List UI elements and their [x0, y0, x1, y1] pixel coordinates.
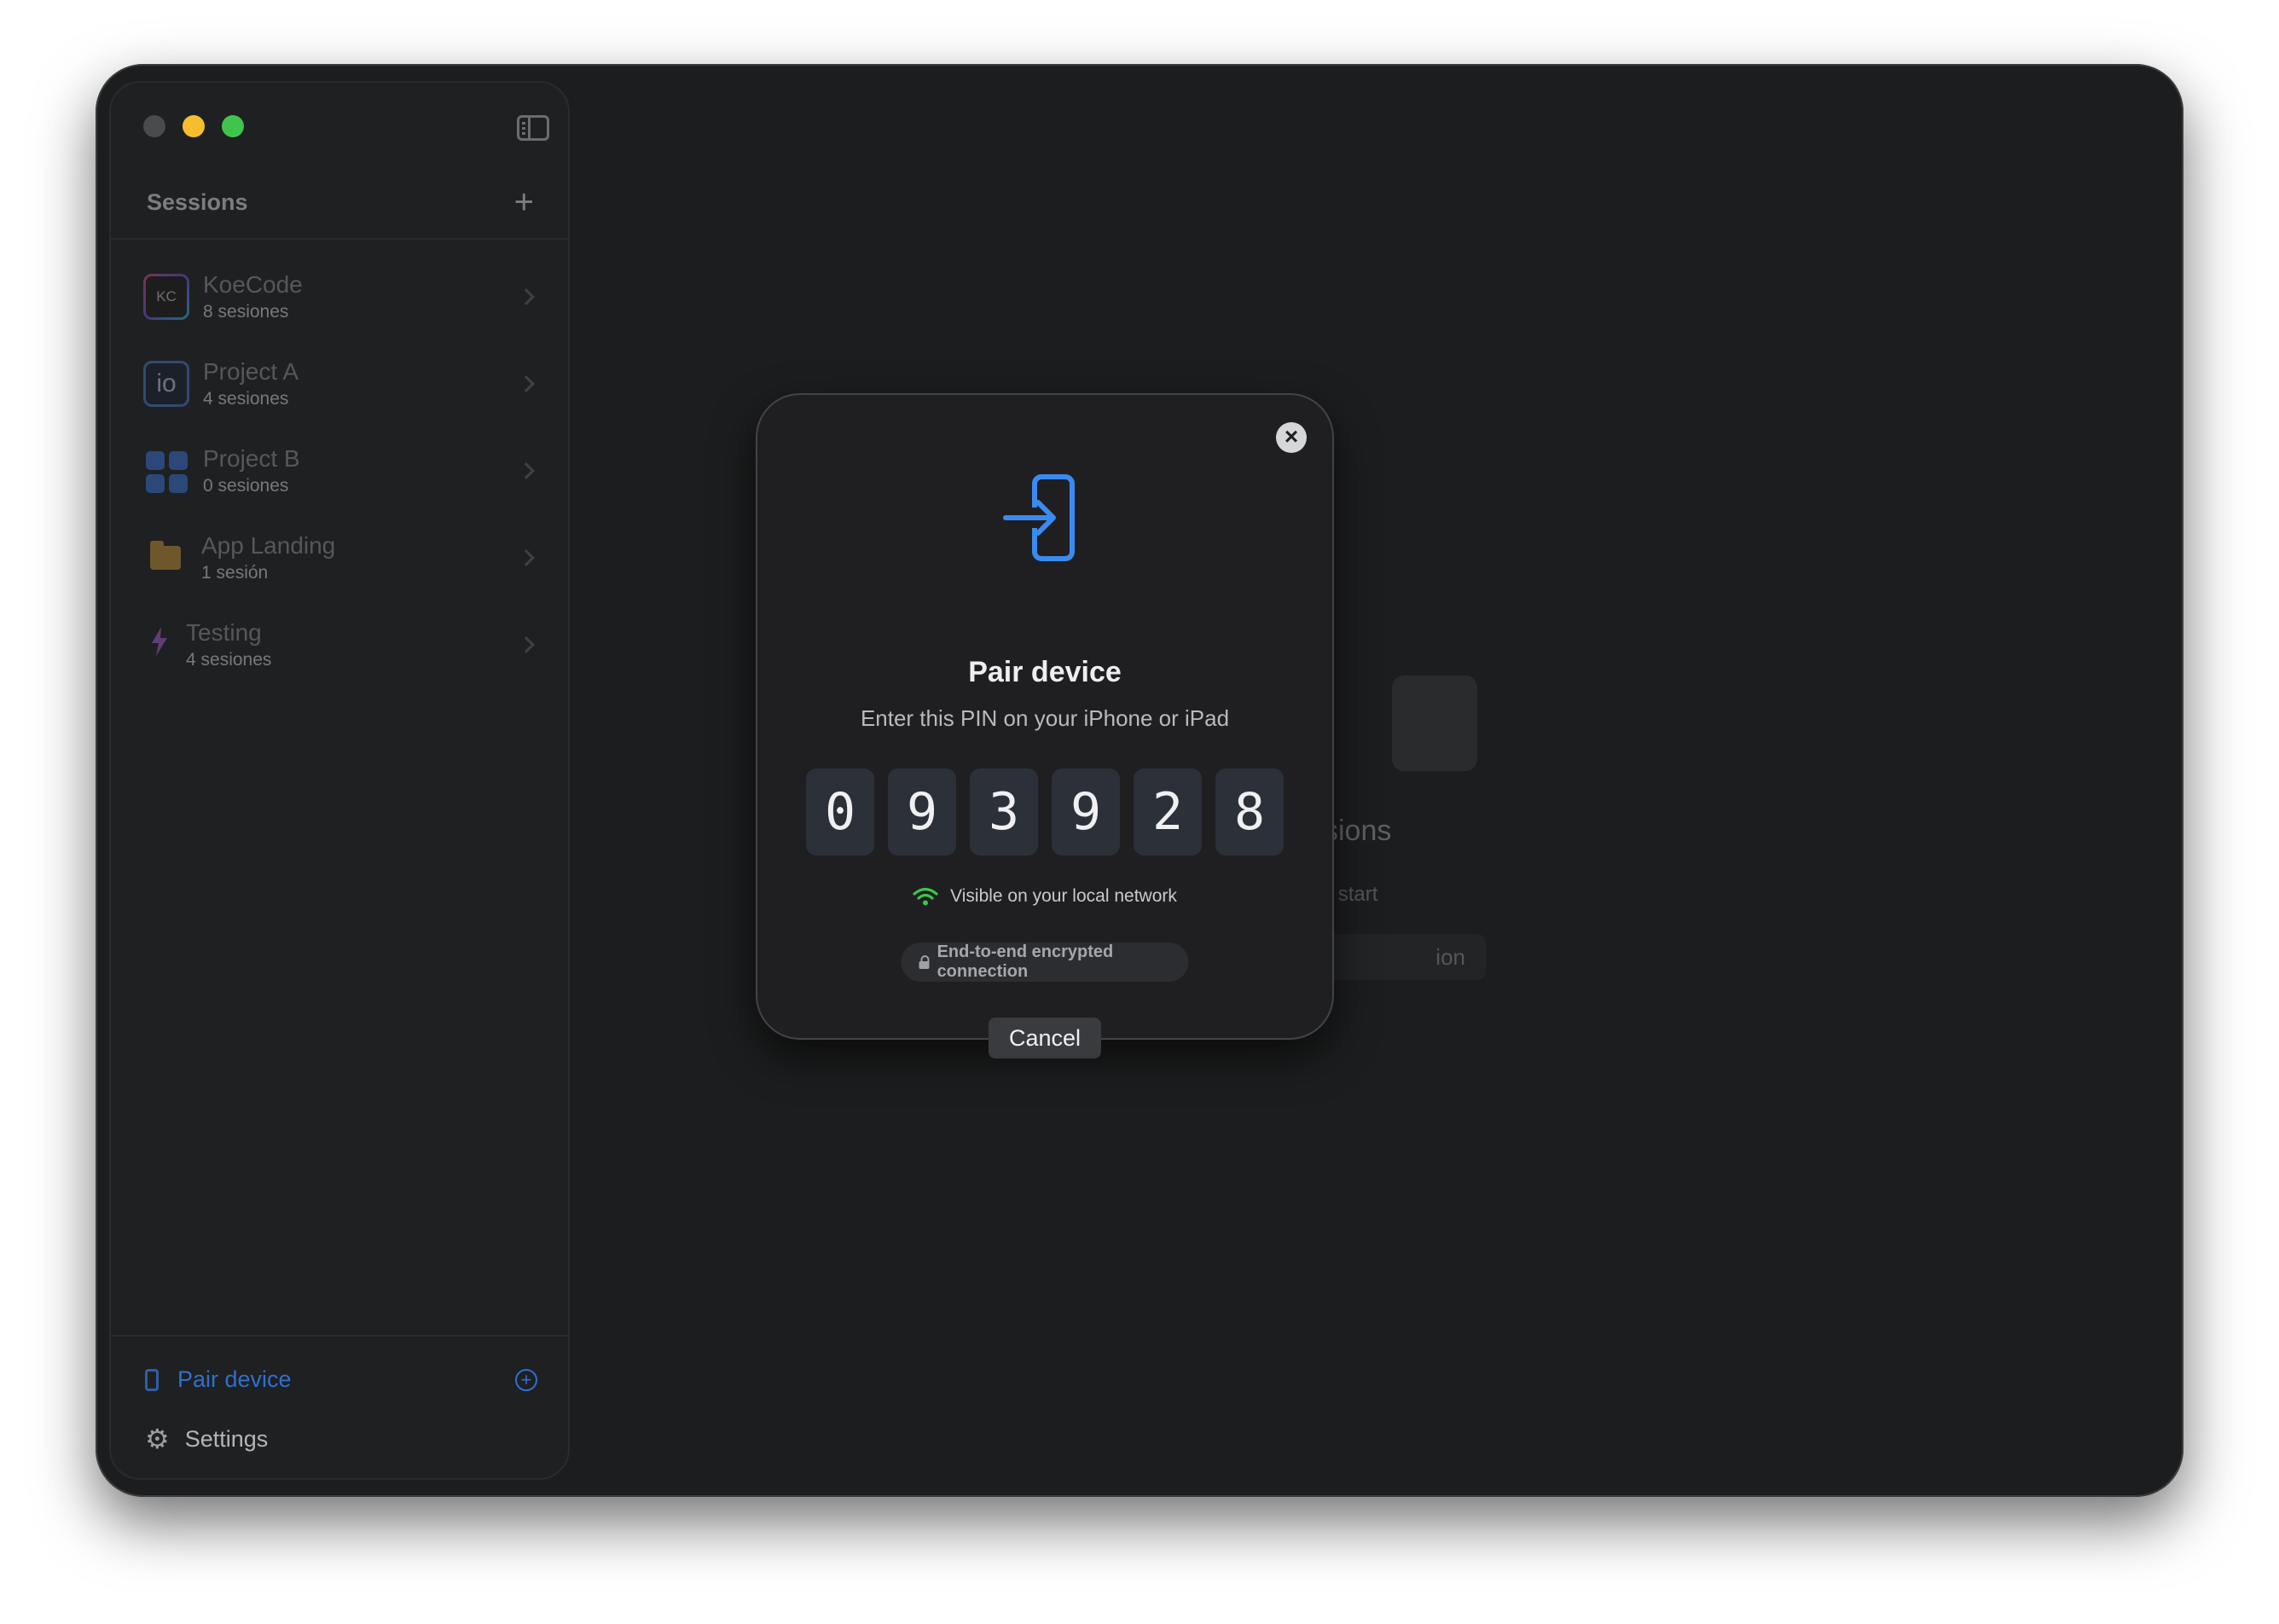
- project-name: Testing: [186, 619, 262, 646]
- dialog-title: Pair device: [968, 656, 1122, 688]
- pin-digit: 0: [806, 768, 874, 856]
- koecode-logo-text: KC: [156, 288, 177, 304]
- empty-state-illustration: [1392, 676, 1477, 771]
- wifi-icon: [913, 887, 938, 906]
- project-session-count: 0 sesiones: [203, 476, 289, 496]
- project-name: Project B: [203, 445, 300, 472]
- project-session-count: 4 sesiones: [203, 389, 289, 409]
- settings-label: Settings: [184, 1425, 269, 1452]
- lock-icon: [919, 955, 930, 969]
- pin-digit: 8: [1215, 768, 1284, 856]
- gear-icon: ⚙: [145, 1424, 170, 1454]
- pin-code: 0 9 3 9 2 8: [757, 768, 1332, 856]
- dialog-subtitle: Enter this PIN on your iPhone or iPad: [860, 705, 1230, 731]
- chevron-right-icon: [518, 636, 535, 653]
- encryption-badge: End-to-end encrypted connection: [901, 942, 1189, 982]
- sidebar-toggle-icon[interactable]: [517, 115, 549, 141]
- pin-digit: 3: [970, 768, 1038, 856]
- io-logo-icon: io: [143, 361, 189, 407]
- sessions-title: Sessions: [147, 188, 248, 215]
- maximize-window-button[interactable]: [222, 115, 244, 137]
- project-session-count: 4 sesiones: [186, 650, 272, 670]
- koecode-logo-icon: KC: [143, 274, 189, 320]
- folder-icon: [150, 541, 181, 570]
- close-dialog-button[interactable]: ×: [1276, 422, 1307, 453]
- chevron-right-icon: [518, 375, 535, 392]
- project-item-project-b[interactable]: Project B 0 sesiones: [128, 427, 551, 514]
- project-name: Project A: [203, 358, 299, 385]
- phone-icon: [145, 1368, 159, 1391]
- chevron-right-icon: [518, 549, 535, 566]
- io-logo-text: io: [156, 369, 177, 397]
- network-status-label: Visible on your local network: [950, 886, 1177, 906]
- project-name: KoeCode: [203, 271, 303, 298]
- pair-device-icon: [1003, 474, 1075, 561]
- encryption-label: End-to-end encrypted connection: [937, 942, 1114, 981]
- project-session-count: 1 sesión: [201, 563, 269, 583]
- sidebar-divider: [111, 238, 568, 240]
- project-name: App Landing: [201, 532, 336, 559]
- window-controls: [143, 115, 244, 137]
- project-item-testing[interactable]: Testing 4 sesiones: [128, 601, 551, 688]
- add-device-plus-icon[interactable]: +: [515, 1368, 537, 1391]
- grid-apps-icon: [143, 448, 189, 494]
- sidebar: Sessions + KC KoeCode 8 sesiones io Proj…: [109, 81, 570, 1480]
- project-item-app-landing[interactable]: App Landing 1 sesión: [128, 514, 551, 601]
- cancel-button[interactable]: Cancel: [988, 1018, 1102, 1058]
- minimize-window-button[interactable]: [183, 115, 205, 137]
- chevron-right-icon: [518, 462, 535, 479]
- pair-device-label: Pair device: [177, 1366, 292, 1392]
- sessions-header: Sessions +: [147, 185, 534, 219]
- pin-digit: 9: [1052, 768, 1120, 856]
- chevron-right-icon: [518, 288, 535, 305]
- sidebar-footer-divider: [111, 1335, 568, 1337]
- pair-device-dialog: × Pair device Enter this PIN on your iPh…: [756, 393, 1334, 1058]
- pin-digit: 2: [1134, 768, 1202, 856]
- settings-row[interactable]: ⚙ Settings: [145, 1425, 268, 1453]
- pair-device-row[interactable]: Pair device +: [145, 1366, 537, 1393]
- project-list: KC KoeCode 8 sesiones io Project A 4 ses…: [128, 271, 551, 688]
- close-window-button[interactable]: [143, 115, 165, 137]
- add-session-plus-icon[interactable]: +: [514, 185, 534, 219]
- project-item-project-a[interactable]: io Project A 4 sesiones: [128, 340, 551, 427]
- new-session-button-label: ion: [1435, 943, 1465, 970]
- project-session-count: 8 sesiones: [203, 302, 289, 322]
- network-status: Visible on your local network: [757, 886, 1332, 907]
- pin-digit: 9: [888, 768, 956, 856]
- bolt-icon: [150, 626, 171, 664]
- project-item-koecode[interactable]: KC KoeCode 8 sesiones: [128, 253, 551, 340]
